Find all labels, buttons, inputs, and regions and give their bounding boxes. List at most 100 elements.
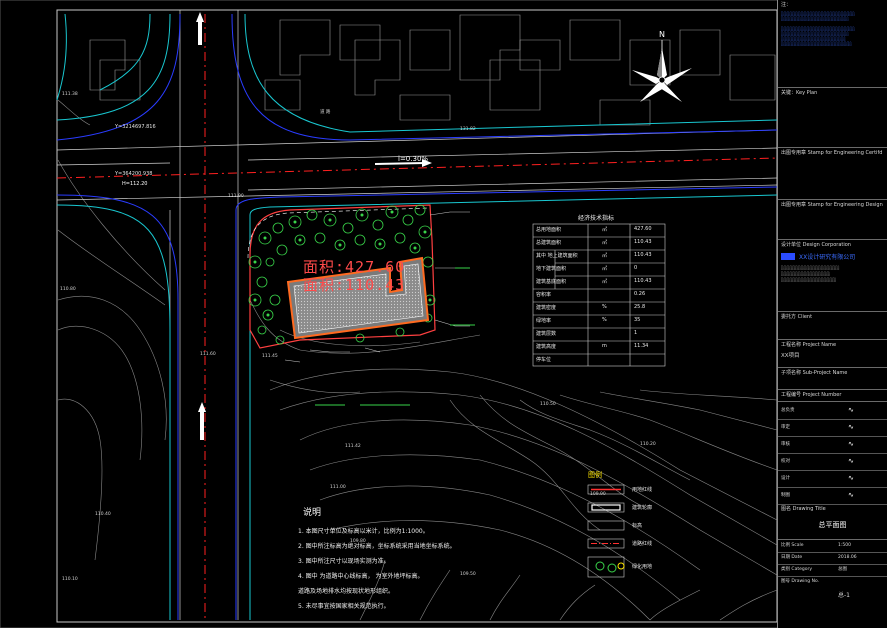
sign-table: 总负责 ∿ 审定 ∿ 审核 ∿ 校对 ∿ 设计 ∿ 制图 ∿ xyxy=(778,402,887,505)
sign-row-label: 审定 xyxy=(781,425,790,430)
elevation-marks: 131.82 111.90 111.42 111.45 110.80 111.3… xyxy=(60,91,656,582)
svg-text:Y=3214697.816: Y=3214697.816 xyxy=(114,124,156,130)
project-name-value: XX项目 xyxy=(781,353,800,359)
sign-row: 审核 ∿ xyxy=(778,436,887,454)
table-cell-name: 建筑基底面积 xyxy=(536,279,567,285)
table-cell-unit: ㎡ xyxy=(602,253,608,259)
date-label: 日期 Date xyxy=(781,555,803,560)
road-coord-labels: Y=3214697.816 Y=364200.938 xyxy=(114,124,156,177)
key-plan-label: 关键：Key Plan xyxy=(781,90,818,96)
table-cell-value: 25.8 xyxy=(634,304,646,310)
table-cell-value: 427.60 xyxy=(634,226,652,232)
legend-item-label: 用地红线 xyxy=(632,487,653,493)
svg-text:Y=364200.938: Y=364200.938 xyxy=(114,171,152,177)
svg-text:110.40: 110.40 xyxy=(95,511,111,517)
table-cell-unit: m xyxy=(602,343,607,349)
table-cell-unit: % xyxy=(602,304,607,310)
notes-line: 道路及场地排水均按现状地形组织。 xyxy=(298,588,395,595)
table-cell-value: 110.43 xyxy=(634,252,652,258)
table-cell-name: 容积率 xyxy=(536,292,552,298)
notes-line: 5. 未尽事宜按国家相关规范执行。 xyxy=(298,603,390,610)
subproject-cell: 子项名称 Sub-Project Name xyxy=(778,368,887,390)
notes-line: 2. 图中所注标高为绝对标高，坐标系统采用当地坐标系统。 xyxy=(298,543,456,550)
signature-icon: ∿ xyxy=(848,474,854,482)
legend-title: 图例 xyxy=(588,471,602,479)
table-cell-value: 110.43 xyxy=(634,278,652,284)
project-number-cell: 工程编号 Project Number xyxy=(778,390,887,402)
svg-text:道 路: 道 路 xyxy=(320,108,331,115)
stamp-cell-1: 出图专用章 Stamp for Engineering Certifd xyxy=(778,148,887,200)
table-cell-value: 11.34 xyxy=(634,343,649,349)
project-name-cell: 工程名称 Project Name XX项目 xyxy=(778,340,887,368)
signature-icon: ∿ xyxy=(848,457,854,465)
table-cell-unit: % xyxy=(602,317,607,323)
north-label: N xyxy=(659,30,665,39)
sign-row: 总负责 ∿ xyxy=(778,402,887,420)
drawing-no-value: 总-1 xyxy=(838,592,850,599)
key-plan-cell: 关键：Key Plan xyxy=(778,88,887,148)
sign-row: 设计 ∿ xyxy=(778,470,887,488)
stamp-cell-2: 出图专用章 Stamp for Engineering Design xyxy=(778,200,887,240)
sign-row-label: 设计 xyxy=(781,476,790,481)
table-cell-value: 0 xyxy=(634,265,638,271)
sign-row: 制图 ∿ xyxy=(778,487,887,505)
table-cell-unit: ㎡ xyxy=(602,240,608,246)
table-cell-name: 其中 地上建筑面积 xyxy=(536,253,578,259)
svg-text:131.82: 131.82 xyxy=(460,126,476,132)
table-cell-value: 110.43 xyxy=(634,239,652,245)
legend-item-label: 标高 xyxy=(632,523,643,529)
drawing-title-label: 图名 Drawing Title xyxy=(781,506,826,512)
title-block-top-text: 注： xyxy=(781,2,792,8)
category-value: 总图 xyxy=(838,567,847,572)
svg-text:109.50: 109.50 xyxy=(460,571,476,577)
date-value: 2018.06 xyxy=(838,555,857,560)
table-title: 经济技术指标 xyxy=(578,215,615,222)
svg-text:111.45: 111.45 xyxy=(262,353,278,359)
table-cell-name: 建筑高度 xyxy=(536,344,557,350)
legend-item-label: 绿化用地 xyxy=(632,564,653,570)
table-cell-unit: ㎡ xyxy=(602,266,608,272)
sign-row-label: 审核 xyxy=(781,442,790,447)
stamp2-label: 出图专用章 Stamp for Engineering Design xyxy=(781,202,883,208)
svg-text:111.90: 111.90 xyxy=(228,193,244,199)
title-block-notes: 注： ░░░░░░░░░░░░░░░░░░░░░░░░ ░░░░░░░░░░░░░… xyxy=(778,0,887,88)
drawing-no-label: 图号 Drawing No. xyxy=(781,579,820,584)
legend-item-label: 道路红线 xyxy=(632,541,653,547)
site-plan-drawing: 131.82 111.90 111.42 111.45 110.80 111.3… xyxy=(0,0,887,628)
north-arrow xyxy=(632,40,692,102)
elevation-label: H=112.20 xyxy=(122,181,148,187)
project-number-label: 工程编号 Project Number xyxy=(781,392,842,398)
signature-icon: ∿ xyxy=(848,423,854,431)
notes-title: 说明 xyxy=(303,508,322,518)
building-area-label: 面积:110.43 xyxy=(303,276,406,294)
sign-row-label: 校对 xyxy=(781,459,790,464)
svg-text:111.38: 111.38 xyxy=(62,91,78,97)
subproject-label: 子项名称 Sub-Project Name xyxy=(781,370,848,376)
svg-text:110.10: 110.10 xyxy=(62,576,78,582)
table-cell-name: 绿地率 xyxy=(536,318,552,324)
table-cell-unit: ㎡ xyxy=(602,227,608,233)
signature-icon: ∿ xyxy=(848,440,854,448)
company-name: XX设计研究有限公司 xyxy=(799,254,856,261)
notes-line: 4. 图中 为道路中心线标高， 为室外地坪标高。 xyxy=(298,573,424,580)
signature-icon: ∿ xyxy=(848,491,854,499)
table-cell-name: 总用地面积 xyxy=(536,227,562,233)
company-logo-icon xyxy=(781,253,795,260)
title-block: 注： ░░░░░░░░░░░░░░░░░░░░░░░░ ░░░░░░░░░░░░░… xyxy=(777,0,887,628)
svg-text:110.50: 110.50 xyxy=(540,401,556,407)
stamp1-label: 出图专用章 Stamp for Engineering Certifd xyxy=(781,150,883,156)
notes-line: 1. 本图尺寸单位及标高以米计，比例为1:1000。 xyxy=(298,528,429,535)
design-corp-label: 设计单位 Design Corporation xyxy=(781,242,851,248)
sign-row: 校对 ∿ xyxy=(778,453,887,471)
sign-row-label: 总负责 xyxy=(781,408,795,413)
table-cell-value: 35 xyxy=(634,317,641,323)
notes-line: 3. 图中所注尺寸以现场实测为准。 xyxy=(298,558,390,565)
drawing-title-value: 总平面图 xyxy=(818,521,847,529)
sign-row-label: 制图 xyxy=(781,493,790,498)
table-cell-value: 0.26 xyxy=(634,291,646,297)
table-cell-name: 建筑密度 xyxy=(536,305,557,311)
sign-row: 审定 ∿ xyxy=(778,419,887,437)
client-cell: 委托方 Client xyxy=(778,312,887,340)
drawing-title-cell: 图名 Drawing Title 总平面图 xyxy=(778,504,887,540)
scale-label: 比例 Scale xyxy=(781,543,804,548)
